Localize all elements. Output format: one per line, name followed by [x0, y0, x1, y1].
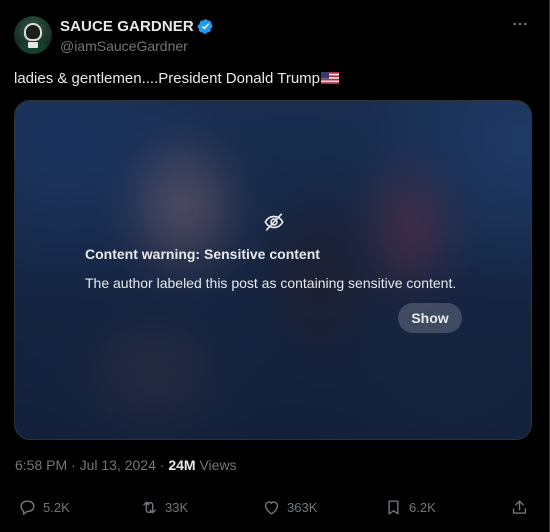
more-options-icon[interactable]: [510, 14, 530, 34]
bookmark-button[interactable]: 6.2K: [384, 498, 436, 517]
reply-count: 5.2K: [43, 500, 70, 515]
repost-count: 33K: [165, 500, 189, 515]
post-meta: 6:58 PM · Jul 13, 2024 · 24M Views: [15, 457, 237, 473]
post-body: ladies & gentlemen....President Donald T…: [14, 70, 320, 87]
warning-title: Content warning: Sensitive content: [85, 246, 320, 262]
sensitive-media[interactable]: Content warning: Sensitive content The a…: [14, 100, 532, 440]
post-time[interactable]: 6:58 PM: [15, 457, 67, 473]
warning-description: The author labeled this post as containi…: [85, 275, 457, 291]
like-button[interactable]: 363K: [262, 498, 317, 517]
handle[interactable]: @iamSauceGardner: [60, 38, 188, 54]
post-header: SAUCE GARDNER @iamSauceGardner: [14, 14, 536, 58]
reply-button[interactable]: 5.2K: [18, 498, 70, 517]
meta-separator: ·: [71, 457, 76, 473]
media-overlay: [15, 101, 531, 439]
avatar[interactable]: [14, 16, 52, 54]
show-button[interactable]: Show: [398, 303, 462, 333]
avatar-jersey-number: [28, 42, 38, 48]
repost-button[interactable]: 33K: [140, 498, 188, 517]
post-date[interactable]: Jul 13, 2024: [80, 457, 156, 473]
avatar-helmet: [24, 23, 42, 41]
like-count: 363K: [287, 500, 318, 515]
views-count[interactable]: 24M: [168, 457, 195, 473]
verified-badge-icon[interactable]: [197, 18, 214, 35]
meta-separator: ·: [159, 457, 165, 473]
eye-slash-icon: [264, 213, 284, 231]
share-button[interactable]: [510, 498, 535, 517]
bookmark-icon: [388, 500, 399, 515]
display-name[interactable]: SAUCE GARDNER: [60, 18, 194, 35]
repost-icon: [143, 501, 156, 514]
action-bar: 5.2K 33K 363K 6.2K: [18, 498, 533, 522]
heart-icon: [264, 501, 279, 515]
flag-us-icon: [321, 72, 339, 84]
views-label: Views: [199, 457, 237, 473]
name-row: SAUCE GARDNER: [60, 18, 214, 35]
post-text: ladies & gentlemen....President Donald T…: [14, 70, 339, 87]
bookmark-count: 6.2K: [409, 500, 436, 515]
share-icon: [512, 500, 527, 514]
reply-icon: [20, 500, 35, 515]
